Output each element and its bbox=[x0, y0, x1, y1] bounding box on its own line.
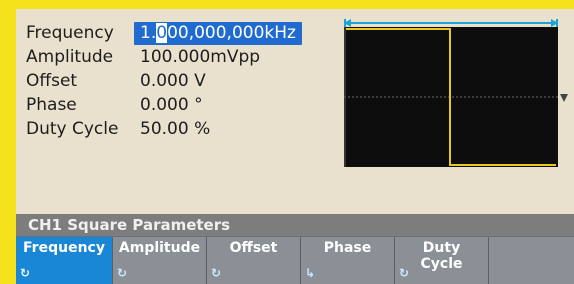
period-ruler-icon bbox=[344, 19, 558, 27]
softkey-label: Offset bbox=[229, 240, 278, 256]
waveform-display bbox=[344, 27, 558, 167]
offset-value[interactable]: 0.000 V bbox=[140, 71, 206, 91]
softkey-label: Phase bbox=[323, 240, 372, 256]
frequency-value[interactable]: 1.000,000,000kHz bbox=[134, 22, 302, 45]
offset-marker-icon bbox=[560, 94, 568, 102]
amplitude-value[interactable]: 100.000mVpp bbox=[140, 47, 260, 67]
digit-cursor[interactable]: 0 bbox=[156, 23, 168, 43]
softkey-duty-cycle[interactable]: Duty Cycle ↻ bbox=[395, 237, 489, 284]
softkey-phase[interactable]: Phase ↳ bbox=[301, 237, 395, 284]
softkey-label: Amplitude bbox=[118, 240, 201, 256]
frequency-value-suffix: 00,000,000kHz bbox=[167, 23, 296, 43]
softkey-bar: Frequency ↻ Amplitude ↻ Offset ↻ Phase ↳… bbox=[16, 236, 574, 284]
phase-icon: ↳ bbox=[305, 266, 316, 280]
phase-label: Phase bbox=[26, 95, 77, 115]
softkey-empty bbox=[489, 237, 574, 284]
softkey-frequency[interactable]: Frequency ↻ bbox=[16, 237, 113, 284]
frequency-label: Frequency bbox=[26, 23, 114, 43]
amplitude-label: Amplitude bbox=[26, 47, 114, 67]
top-accent-bar bbox=[16, 0, 574, 9]
section-title: CH1 Square Parameters bbox=[16, 214, 574, 236]
offset-label: Offset bbox=[26, 71, 78, 91]
frequency-value-prefix: 1. bbox=[140, 23, 157, 43]
duty-cycle-value[interactable]: 50.00 % bbox=[140, 119, 210, 139]
knob-icon: ↻ bbox=[20, 266, 31, 280]
channel-indicator-bar bbox=[0, 0, 16, 284]
softkey-label: Frequency bbox=[23, 240, 105, 256]
phase-value[interactable]: 0.000 ° bbox=[140, 95, 203, 115]
square-wave-icon bbox=[344, 27, 558, 167]
display-screen: Frequency 1.000,000,000kHz Amplitude 100… bbox=[16, 9, 574, 284]
instrument-frame: Frequency 1.000,000,000kHz Amplitude 100… bbox=[0, 0, 574, 284]
knob-icon: ↻ bbox=[399, 266, 410, 280]
duty-cycle-label: Duty Cycle bbox=[26, 119, 119, 139]
knob-icon: ↻ bbox=[117, 266, 128, 280]
softkey-amplitude[interactable]: Amplitude ↻ bbox=[113, 237, 207, 284]
softkey-offset[interactable]: Offset ↻ bbox=[207, 237, 301, 284]
knob-icon: ↻ bbox=[211, 266, 222, 280]
